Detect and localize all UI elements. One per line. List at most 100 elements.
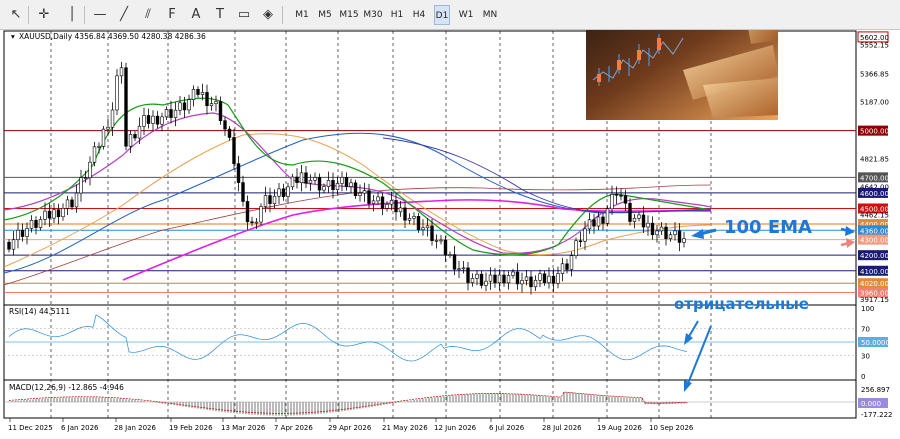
candle-body [88, 161, 92, 178]
candle-body [664, 226, 668, 239]
price-axis-label: 4020.00 [860, 280, 889, 288]
candle-body [434, 240, 439, 242]
candle-body [439, 239, 443, 242]
candle-body [304, 172, 308, 184]
candle-body [398, 207, 403, 213]
channel-icon[interactable]: ⫽ [138, 5, 158, 25]
price-axis-label: 4300.00 [860, 237, 889, 245]
gold-bars-photo [586, 2, 778, 120]
candle-body [358, 192, 362, 197]
toolbar-separator [84, 6, 85, 24]
candle-body [565, 263, 569, 270]
candle-body [74, 192, 79, 208]
candle-body [380, 196, 385, 209]
timeframe-h1[interactable]: H1 [388, 5, 406, 25]
date-axis-label: 13 Mar 2026 [221, 424, 266, 432]
candle-body [515, 271, 520, 285]
candle-body [412, 215, 416, 219]
rsi-scale-label: 50.0000 [861, 339, 890, 347]
candle-body [232, 137, 236, 164]
candle-body [92, 146, 97, 163]
toolbar-separator [28, 6, 29, 24]
candle-body [268, 195, 272, 204]
candle-body [187, 99, 191, 111]
rectangle-icon[interactable]: ▭ [234, 5, 254, 25]
toolbar: ↖ ✛ │ — ╱ ⫽ F A T ▭ ◈ M1 M5 M15 M30 H1 H4 D1 W1 MN [0, 0, 900, 30]
candle-body [295, 176, 299, 183]
candle-body [416, 215, 421, 231]
candle-body [659, 226, 664, 232]
date-axis-label: 28 Jan 2026 [114, 424, 157, 432]
ema-annotation-label: 100 EMA [724, 217, 812, 238]
candle-body [677, 230, 682, 243]
candle-body [182, 102, 187, 111]
candle-body [506, 275, 511, 284]
price-axis-label: 5366.85 [860, 71, 889, 79]
date-axis-label: 12 Jun 2026 [434, 424, 477, 432]
macd-scale-label: 0.000 [861, 400, 881, 408]
rsi-panel[interactable] [3, 304, 857, 381]
text-icon[interactable]: A [186, 5, 206, 25]
candle-body [493, 274, 497, 284]
timeframe-w1[interactable]: W1 [457, 5, 475, 25]
timeframe-m30[interactable]: M30 [362, 5, 384, 25]
chart-header-arrow: ▾ [11, 32, 15, 41]
candle-body [281, 188, 286, 197]
date-axis-label: 19 Aug 2026 [597, 424, 642, 432]
crosshair-icon[interactable]: ✛ [34, 5, 54, 25]
label-icon[interactable]: T [210, 5, 230, 25]
candle-body [601, 216, 605, 224]
candle-body [38, 219, 43, 228]
candle-body [322, 186, 326, 191]
candle-body [299, 172, 304, 183]
candle-body [529, 276, 533, 288]
candle-body [97, 146, 101, 148]
price-axis-label: 4700.00 [860, 174, 889, 182]
trendline-icon[interactable]: ╱ [114, 5, 134, 25]
fibonacci-icon[interactable]: F [162, 5, 182, 25]
timeframe-m15[interactable]: M15 [338, 5, 360, 25]
candle-body [340, 177, 344, 184]
candle-body [650, 222, 655, 236]
candle-body [425, 225, 430, 229]
horizontal-line-icon[interactable]: — [90, 5, 110, 25]
candle-body [538, 273, 542, 281]
timeframe-m1[interactable]: M1 [292, 5, 312, 25]
candle-body [452, 254, 457, 270]
date-axis-label: 6 Jan 2026 [61, 424, 99, 432]
candle-body [83, 177, 88, 179]
price-axis-label: 4462.15 [860, 211, 889, 219]
candle-body [70, 199, 74, 208]
candle-body [389, 200, 394, 205]
candle-body [610, 194, 614, 210]
candle-body [394, 200, 398, 213]
price-axis-label: 4360.00 [860, 227, 889, 235]
candle-body [623, 195, 628, 204]
timeframe-d1[interactable]: D1 [434, 5, 450, 25]
date-axis-label: 10 Sep 2026 [649, 424, 694, 432]
timeframe-m5[interactable]: M5 [316, 5, 334, 25]
candle-body [16, 229, 20, 241]
date-axis-label: 29 Apr 2026 [328, 424, 372, 432]
cursor-icon[interactable]: ↖ [6, 5, 26, 25]
rsi-header: RSI(14) 44.5111 [9, 307, 70, 316]
rsi-scale-label: 0 [861, 373, 865, 381]
candle-body [502, 274, 506, 284]
candle-body [542, 273, 547, 283]
candle-body [583, 228, 587, 242]
date-axis-label: 6 Jul 2026 [489, 424, 525, 432]
candle-body [497, 274, 502, 284]
price-axis-label: 5000.00 [860, 128, 889, 136]
timeframe-mn[interactable]: MN [480, 5, 500, 25]
timeframe-h4[interactable]: H4 [410, 5, 428, 25]
candle-body [169, 109, 173, 118]
candle-body [641, 214, 646, 228]
chart-window[interactable]: 5602.00 5552.15 5366.85 5187.00 5000.00 4821.… [3, 2, 900, 439]
vertical-line-icon[interactable]: │ [62, 5, 82, 25]
candle-body [614, 194, 619, 196]
shapes-icon[interactable]: ◈ [258, 5, 278, 25]
candle-body [628, 202, 632, 222]
candle-body [25, 228, 29, 237]
chart-canvas[interactable]: 5602.005552.155366.855187.005000.004821.… [3, 2, 900, 439]
candle-body [250, 221, 254, 224]
